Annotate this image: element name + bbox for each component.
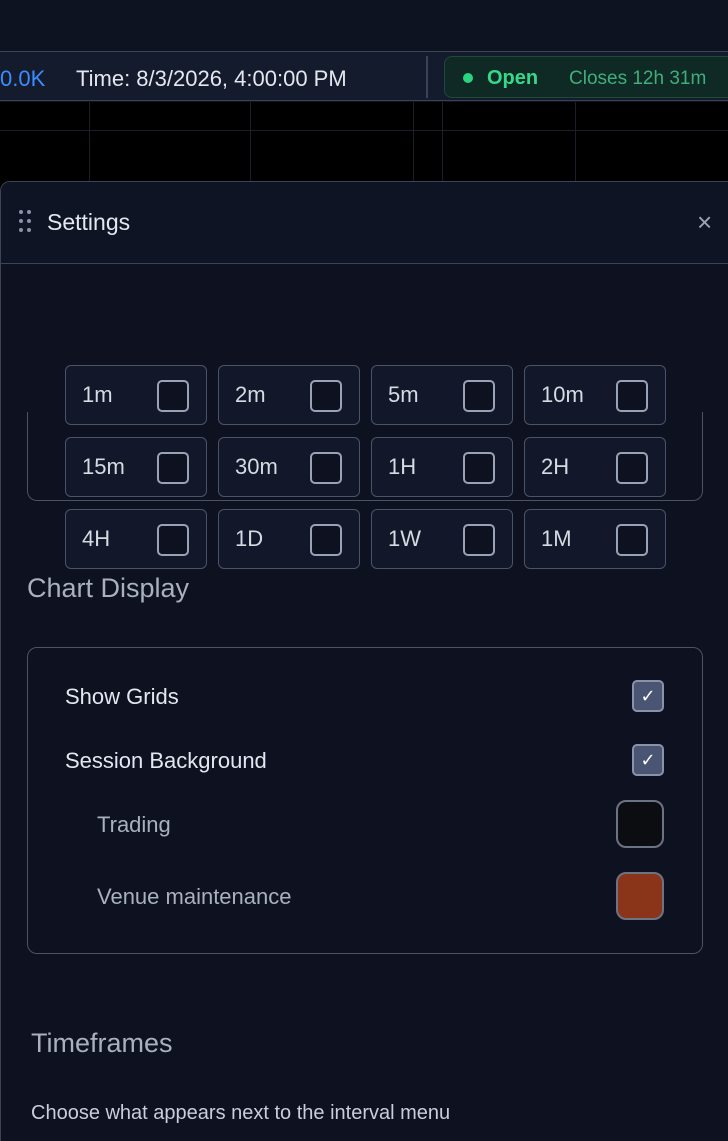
- timeframe-label: 1m: [82, 382, 113, 407]
- volume-readout: 0.0K: [0, 66, 46, 91]
- timeframe-checkbox[interactable]: [310, 380, 342, 412]
- timeframe-option[interactable]: 2H: [524, 437, 666, 497]
- grid-line: [0, 130, 728, 131]
- timeframe-checkbox[interactable]: [157, 452, 189, 484]
- top-band: [0, 0, 728, 52]
- timeframe-label: 1M: [541, 526, 572, 551]
- grid-line: [413, 102, 414, 192]
- timeframe-label: 10m: [541, 382, 584, 407]
- timeframe-checkbox[interactable]: [157, 524, 189, 556]
- grid-line: [575, 102, 576, 192]
- timeframe-checkbox[interactable]: [463, 380, 495, 412]
- session-background-label: Session Background: [65, 748, 267, 773]
- show-grids-checkbox[interactable]: ✓: [632, 680, 664, 712]
- timeframe-options-box: 1m 2m 5m 10m 15m 30m 1H 2H 4H 1D 1W 1M: [27, 365, 703, 569]
- timeframe-checkbox[interactable]: [463, 452, 495, 484]
- timeframe-checkbox[interactable]: [157, 380, 189, 412]
- time-readout: Time: 8/3/2026, 4:00:00 PM: [76, 66, 347, 91]
- grid-line: [250, 102, 251, 192]
- timeframe-label: 4H: [82, 526, 111, 551]
- grid-line: [89, 102, 90, 192]
- venue-maintenance-label: Venue maintenance: [97, 884, 292, 909]
- trading-color-label: Trading: [97, 812, 171, 837]
- timeframe-checkbox[interactable]: [616, 524, 648, 556]
- timeframe-checkbox[interactable]: [310, 452, 342, 484]
- timeframe-label: 5m: [388, 382, 419, 407]
- timeframe-option[interactable]: 1H: [371, 437, 513, 497]
- timeframe-option[interactable]: 10m: [524, 365, 666, 425]
- timeframe-label: 1W: [388, 526, 421, 551]
- timeframes-heading: Timeframes: [31, 1028, 173, 1058]
- timeframe-checkbox[interactable]: [310, 524, 342, 556]
- timeframe-option[interactable]: 5m: [371, 365, 513, 425]
- timeframe-option[interactable]: 2m: [218, 365, 360, 425]
- timeframe-option[interactable]: 15m: [65, 437, 207, 497]
- timeframe-label: 15m: [82, 454, 125, 479]
- settings-title: Settings: [47, 209, 131, 235]
- venue-maintenance-color-swatch[interactable]: [616, 872, 664, 920]
- timeframe-checkbox[interactable]: [616, 380, 648, 412]
- timeframe-option[interactable]: 1D: [218, 509, 360, 569]
- timeframes-description: Choose what appears next to the interval…: [31, 1102, 451, 1124]
- chart-area[interactable]: [0, 102, 728, 192]
- timeframe-label: 30m: [235, 454, 278, 479]
- market-closes-label: Closes 12h 31m: [569, 68, 707, 89]
- grid-line: [442, 102, 443, 192]
- timeframe-option[interactable]: 4H: [65, 509, 207, 569]
- timeframe-option[interactable]: 1W: [371, 509, 513, 569]
- timeframe-label: 2m: [235, 382, 266, 407]
- timeframe-option[interactable]: 1M: [524, 509, 666, 569]
- status-dot-icon: [463, 73, 473, 83]
- session-background-checkbox[interactable]: ✓: [632, 744, 664, 776]
- timeframe-option[interactable]: 1m: [65, 365, 207, 425]
- trading-color-swatch[interactable]: [616, 800, 664, 848]
- drag-handle-icon[interactable]: [17, 210, 33, 240]
- market-status-badge: Open Closes 12h 31m: [444, 56, 728, 98]
- settings-panel: Settings × 1m 2m 5m 10m 15m 30m 1H 2H 4H…: [0, 181, 728, 1141]
- show-grids-label: Show Grids: [65, 684, 179, 709]
- chart-display-box: Show Grids ✓ Session Background ✓ Tradin…: [27, 647, 703, 954]
- status-bar: 0.0K Time: 8/3/2026, 4:00:00 PM Open Clo…: [0, 51, 728, 101]
- timeframe-label: 1D: [235, 526, 264, 551]
- timeframe-label: 2H: [541, 454, 570, 479]
- timeframe-checkbox[interactable]: [616, 452, 648, 484]
- timeframe-option[interactable]: 30m: [218, 437, 360, 497]
- status-divider: [426, 56, 428, 98]
- timeframe-label: 1H: [388, 454, 417, 479]
- chart-display-heading: Chart Display: [27, 573, 190, 603]
- market-open-label: Open: [487, 67, 539, 89]
- settings-header: Settings ×: [1, 182, 728, 264]
- close-button[interactable]: ×: [697, 209, 712, 235]
- timeframe-checkbox[interactable]: [463, 524, 495, 556]
